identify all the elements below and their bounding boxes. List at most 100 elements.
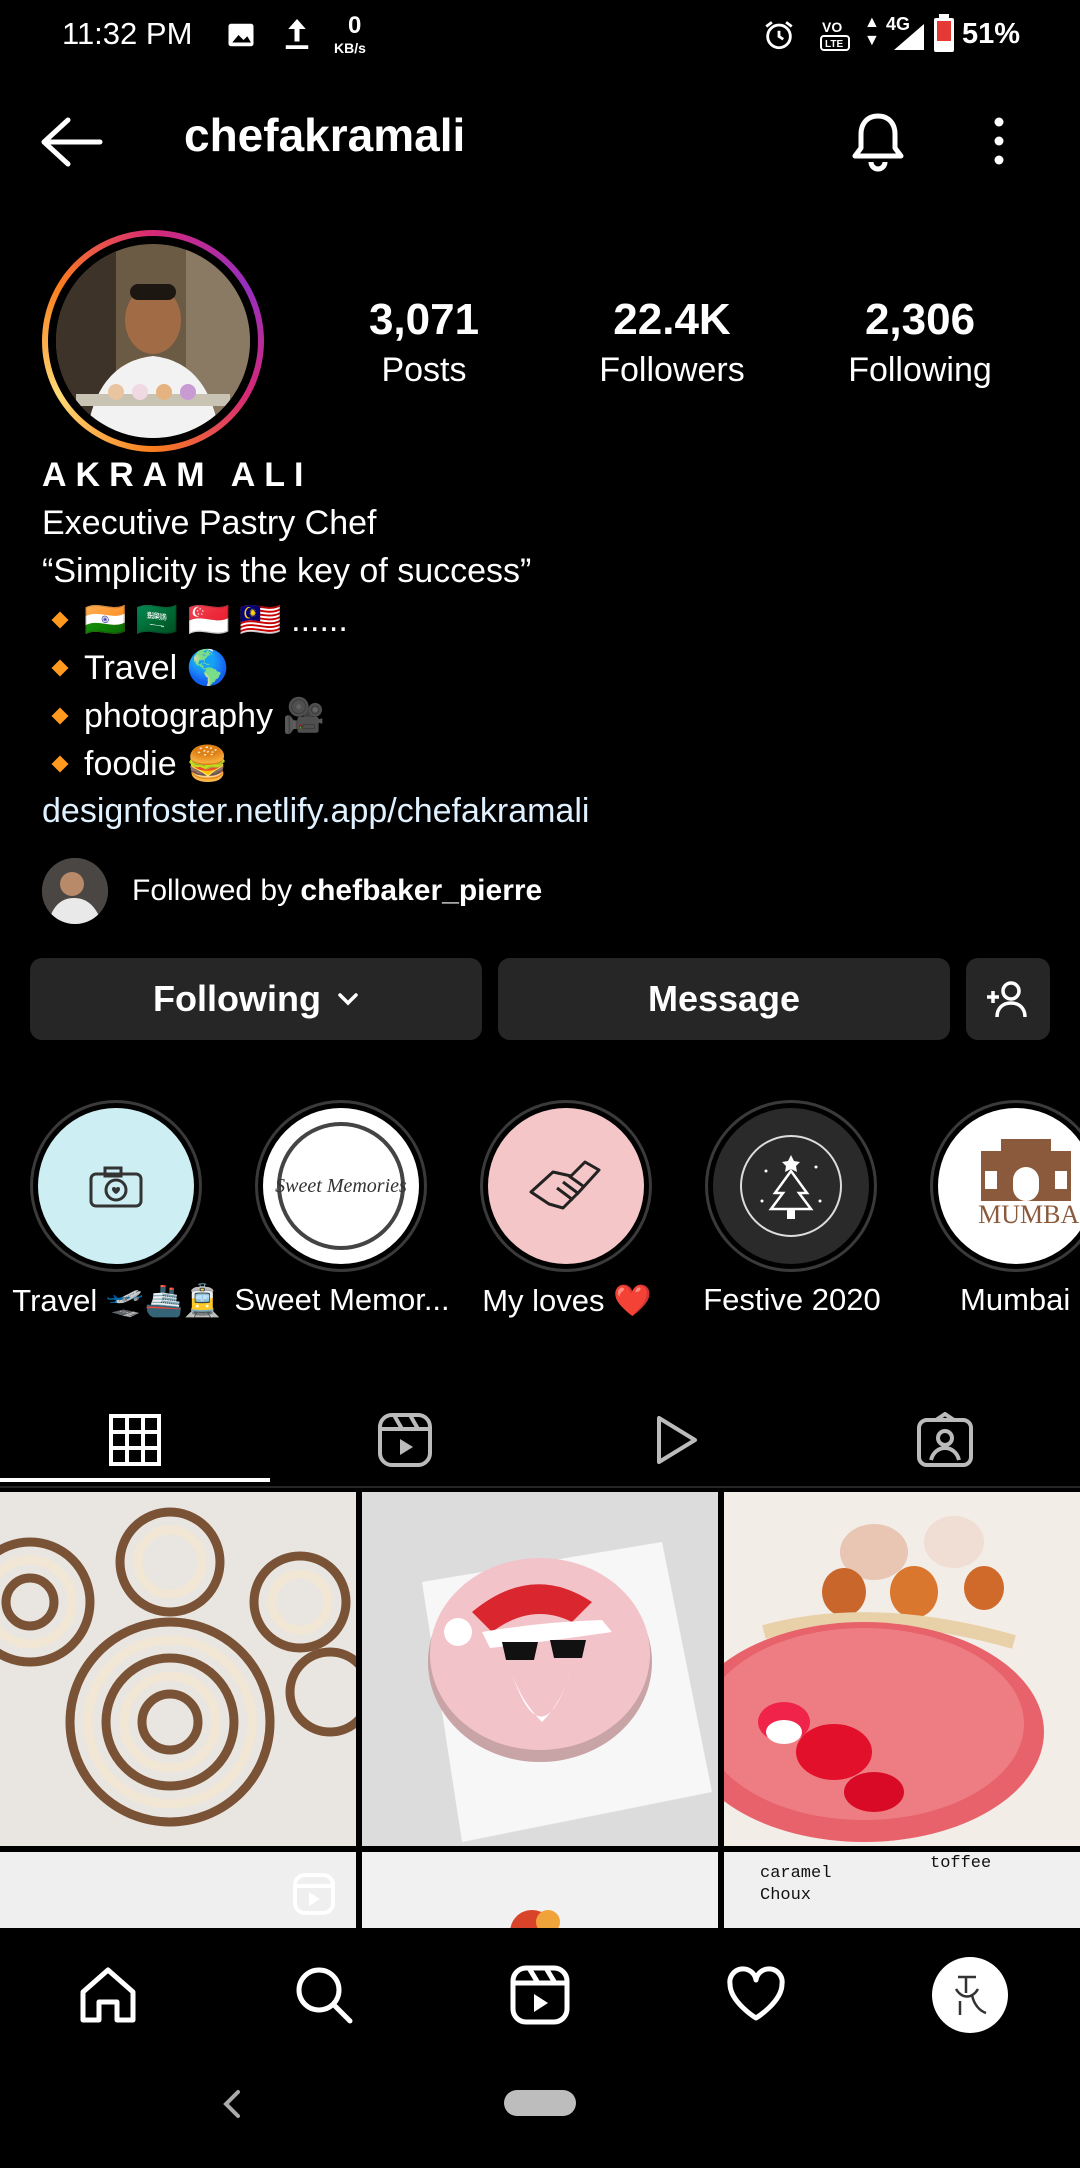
tab-reels[interactable]: [270, 1390, 540, 1490]
bullet-icon: [51, 659, 69, 677]
grid-post-5[interactable]: [362, 1852, 718, 1932]
back-arrow-icon[interactable]: [40, 116, 104, 168]
net-speed-value: 0: [348, 12, 362, 39]
bell-icon[interactable]: [850, 110, 906, 172]
tab-posts-grid[interactable]: [0, 1390, 270, 1490]
highlight-sweet-memories-label: Sweet Memor...: [234, 1282, 450, 1317]
bio-travel-line: Travel 🌎: [42, 648, 229, 688]
bio-foodie: foodie 🍔: [84, 745, 229, 783]
tagged-person-icon: [917, 1412, 973, 1467]
followed-by-prefix: Followed by: [132, 874, 301, 907]
heart-icon: [727, 1966, 785, 2021]
profile-avatar-icon: [932, 1957, 1008, 2033]
grid-post-4[interactable]: [0, 1852, 356, 1932]
bio-flags: 🇮🇳 🇸🇦 🇸🇬 🇲🇾 ......: [84, 601, 348, 639]
system-back-icon[interactable]: [220, 2088, 244, 2120]
profile-avatar[interactable]: [42, 230, 264, 452]
grid-post-1[interactable]: [0, 1492, 356, 1846]
highlight-sweet-memories[interactable]: Sweet Memories: [255, 1100, 427, 1272]
sweet-memories-badge-text: Sweet Memories: [275, 1175, 407, 1197]
highlight-festive-label: Festive 2020: [703, 1282, 881, 1317]
reels-icon: [510, 1965, 570, 2025]
active-tab-indicator: [0, 1478, 270, 1482]
nav-profile[interactable]: [930, 1955, 1010, 2035]
following-count: 2,306: [864, 295, 976, 344]
highlight-festive-2020[interactable]: [705, 1100, 877, 1272]
post-image-chocolate-swirls: [0, 1492, 356, 1846]
posts-count: 3,071: [368, 295, 480, 344]
battery-icon: [934, 14, 954, 52]
message-button-label: Message: [647, 978, 801, 1019]
nav-search[interactable]: [284, 1955, 364, 2035]
display-name: AKRAM ALI: [42, 456, 313, 494]
tabs-divider: [0, 1486, 1080, 1488]
status-time: 11:32 PM: [62, 16, 193, 51]
alarm-icon: [765, 21, 793, 50]
camera-icon: [89, 1166, 143, 1208]
stat-posts[interactable]: 3,071 Posts: [324, 295, 524, 390]
bio-photography: photography 🎥: [84, 697, 325, 735]
following-button-label: Following: [153, 978, 321, 1019]
sweet-memories-badge: Sweet Memories: [275, 1122, 407, 1250]
following-label: Following: [848, 351, 992, 389]
post-caption-caramel: caramel: [760, 1864, 832, 1883]
suggested-users-button[interactable]: [966, 958, 1050, 1040]
post-caption-toffee: toffee: [930, 1854, 992, 1873]
post-caption-choux: Choux: [760, 1886, 812, 1905]
christmas-tree-icon: [740, 1135, 842, 1237]
bullet-icon: [51, 707, 69, 725]
bullet-icon: [51, 611, 69, 629]
highlight-travel[interactable]: [30, 1100, 202, 1272]
highlight-travel-cover: [38, 1108, 194, 1264]
highlight-mumbai[interactable]: MUMBAI: [930, 1100, 1080, 1272]
avatar-photo: [56, 244, 250, 438]
tab-videos[interactable]: [540, 1390, 810, 1490]
message-button[interactable]: Message: [498, 958, 950, 1040]
stat-followers[interactable]: 22.4K Followers: [572, 295, 772, 390]
home-gesture-pill[interactable]: [504, 2090, 576, 2116]
grid-post-3[interactable]: [724, 1492, 1080, 1846]
followed-by-text[interactable]: Followed by chefbaker_pierre: [132, 874, 542, 908]
battery-percent: 51%: [961, 18, 1020, 50]
nav-home[interactable]: [68, 1955, 148, 2035]
bio-photo-line: photography 🎥: [42, 696, 325, 736]
data-arrows-icon: ▲ ▼: [864, 14, 880, 49]
tab-tagged[interactable]: [810, 1390, 1080, 1490]
following-button[interactable]: Following: [30, 958, 482, 1040]
more-options-icon[interactable]: [984, 114, 1014, 168]
mumbai-art-text: MUMBAI: [978, 1200, 1080, 1229]
bio-title: Executive Pastry Chef: [42, 504, 377, 542]
bio-website-link[interactable]: designfoster.netlify.app/chefakramali: [42, 792, 589, 831]
holding-hands-icon: [529, 1160, 601, 1210]
highlight-my-loves[interactable]: [480, 1100, 652, 1272]
bio-flags-line: 🇮🇳 🇸🇦 🇸🇬 🇲🇾 ......: [42, 600, 348, 640]
bio-travel: Travel 🌎: [84, 649, 229, 687]
mutual-follower-avatar[interactable]: [42, 858, 108, 924]
stat-following[interactable]: 2,306 Following: [820, 295, 1020, 390]
reels-icon: [378, 1413, 432, 1467]
chevron-down-icon: [338, 993, 358, 1006]
mumbai-gateway-art: MUMBAI: [978, 1139, 1080, 1229]
upload-icon: [285, 19, 309, 49]
profile-username: chefakramali: [184, 109, 466, 161]
highlight-travel-label: Travel 🛫🚢🚊: [12, 1283, 222, 1318]
highlight-mumbai-label: Mumbai: [960, 1282, 1071, 1317]
play-icon: [657, 1416, 697, 1464]
post-image-rose-macaron: [724, 1492, 1080, 1846]
highlight-my-loves-label: My loves ❤️: [482, 1283, 652, 1318]
bullet-icon: [51, 755, 69, 773]
svg-text:VO: VO: [822, 19, 842, 35]
bio-quote: “Simplicity is the key of success”: [42, 552, 532, 590]
nav-reels[interactable]: [500, 1955, 580, 2035]
svg-text:LTE: LTE: [825, 39, 843, 50]
grid-post-6[interactable]: caramel Choux toffee: [724, 1852, 1080, 1932]
search-icon: [296, 1967, 353, 2024]
bio-foodie-line: foodie 🍔: [42, 744, 228, 784]
post-image-fruit-dessert: [510, 1910, 560, 1932]
home-icon: [80, 1967, 136, 2023]
mutual-follower-photo: [42, 858, 108, 924]
add-person-icon: [987, 981, 1027, 1018]
followers-label: Followers: [599, 351, 745, 389]
grid-post-2[interactable]: [362, 1492, 718, 1846]
nav-activity[interactable]: [716, 1955, 796, 2035]
